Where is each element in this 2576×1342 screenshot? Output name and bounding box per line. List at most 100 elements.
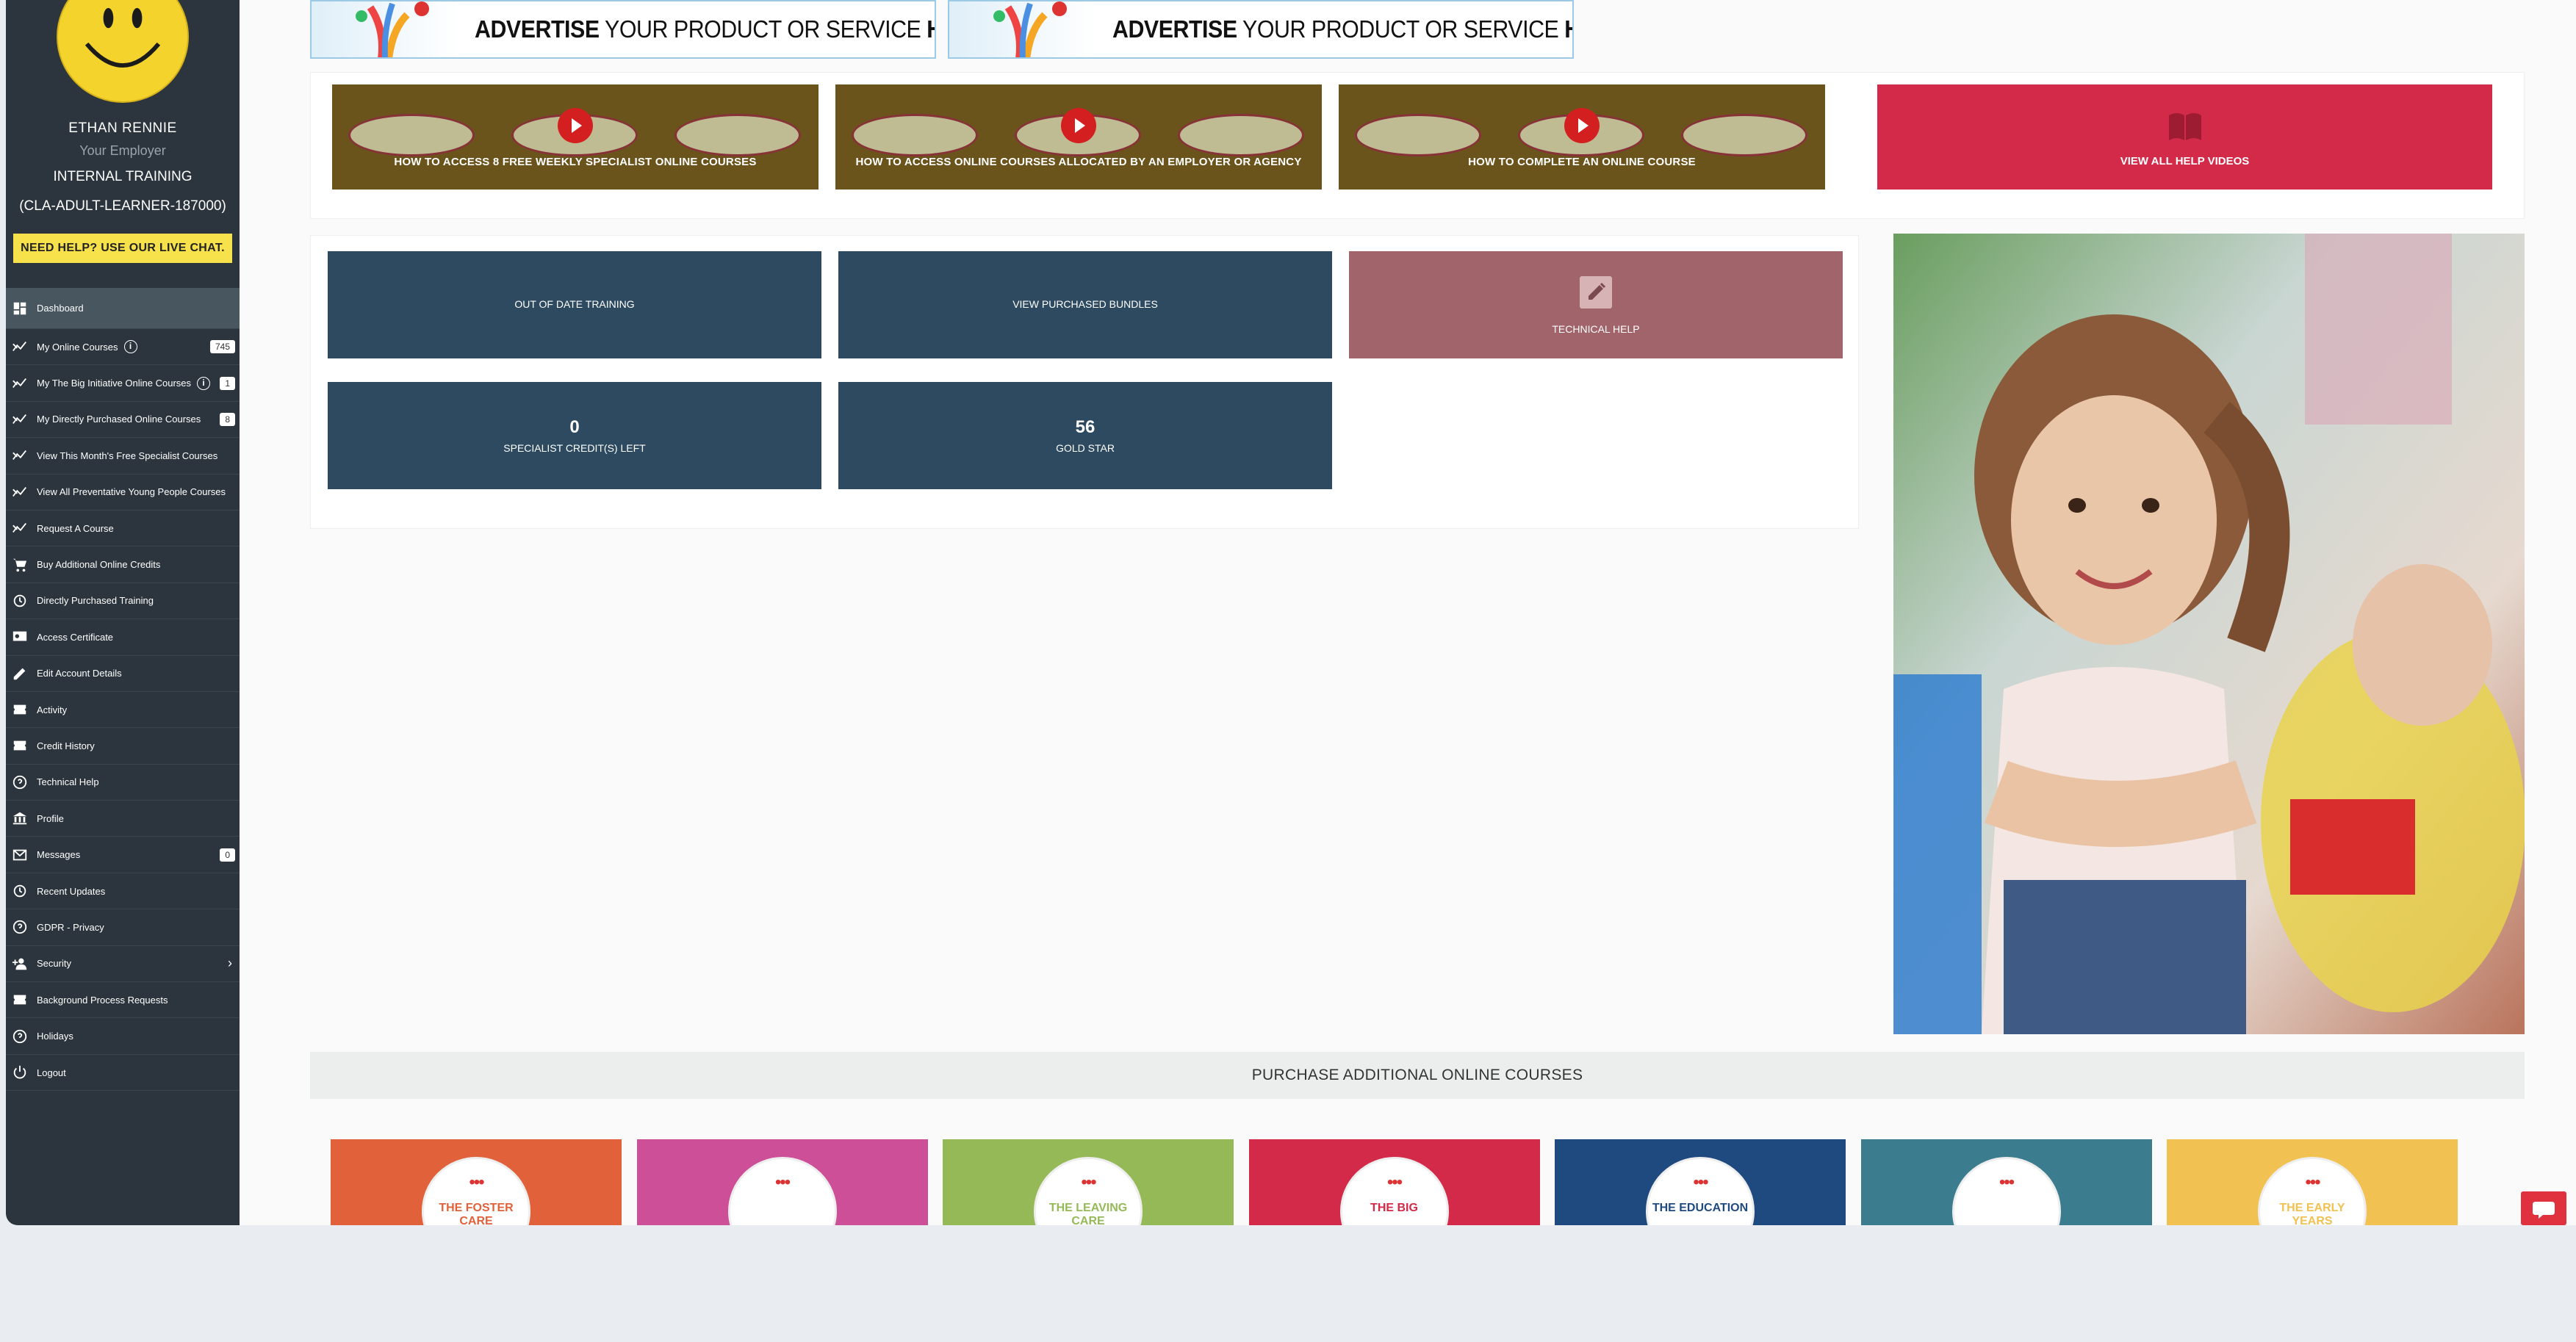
course-card[interactable]: ••• THE EDUCATION bbox=[1555, 1139, 1846, 1225]
course-card[interactable]: ••• THE BIG bbox=[1248, 1139, 1540, 1225]
course-logo: ••• bbox=[1951, 1157, 2061, 1225]
count-badge: 0 bbox=[220, 848, 235, 862]
pencil-icon bbox=[1580, 276, 1612, 309]
main-content: ADVERTISE YOUR PRODUCT OR SERVICE HERE A… bbox=[240, 0, 2576, 1225]
sidebar-item-label: Security bbox=[37, 958, 71, 970]
count-badge: 1 bbox=[220, 376, 235, 390]
sidebar-item-my-the-big-initiative-online-courses[interactable]: My The Big Initiative Online Courses i 1 bbox=[6, 365, 240, 402]
help-icon bbox=[10, 774, 29, 790]
sidebar-item-gdpr-privacy[interactable]: GDPR - Privacy bbox=[6, 909, 240, 946]
course-logo-text: THE EARLY YEARS bbox=[2279, 1202, 2345, 1225]
pencil-icon bbox=[10, 665, 29, 682]
bank-icon bbox=[10, 810, 29, 826]
sidebar-item-label: Background Process Requests bbox=[37, 994, 168, 1006]
tree-icon: ••• bbox=[774, 1172, 791, 1192]
sidebar-item-view-all-preventative-young-people-courses[interactable]: View All Preventative Young People Cours… bbox=[6, 475, 240, 511]
purchase-courses-header: PURCHASE ADDITIONAL ONLINE COURSES bbox=[310, 1052, 2525, 1099]
tree-icon: ••• bbox=[1998, 1172, 2015, 1192]
specialist-credits-tile[interactable]: 0 SPECIALIST CREDIT(S) LEFT bbox=[328, 382, 821, 489]
sidebar-item-dashboard[interactable]: Dashboard bbox=[6, 288, 240, 329]
history-icon bbox=[10, 593, 29, 609]
profile-training: INTERNAL TRAINING bbox=[53, 169, 193, 184]
book-icon bbox=[2168, 113, 2201, 140]
profile-name: ETHAN RENNIE bbox=[68, 120, 177, 136]
view-all-help-videos-button[interactable]: VIEW ALL HELP VIDEOS bbox=[1877, 84, 2492, 190]
advert-text: ADVERTISE YOUR PRODUCT OR SERVICE HERE bbox=[475, 15, 935, 43]
sidebar-item-my-online-courses[interactable]: My Online Courses i 745 bbox=[6, 329, 240, 366]
sidebar-item-view-this-month-s-free-specialist-courses[interactable]: View This Month's Free Specialist Course… bbox=[6, 438, 240, 475]
view-purchased-bundles-tile[interactable]: VIEW PURCHASED BUNDLES bbox=[838, 251, 1332, 358]
tree-icon: ••• bbox=[469, 1172, 484, 1192]
history-icon bbox=[10, 883, 29, 899]
sidebar-item-label: Access Certificate bbox=[37, 631, 114, 643]
gold-star-tile[interactable]: 56 GOLD STAR bbox=[838, 382, 1332, 489]
play-icon bbox=[1564, 108, 1600, 143]
course-card[interactable]: ••• THE FOSTER CARE bbox=[331, 1139, 622, 1225]
power-icon bbox=[10, 1064, 29, 1081]
trend-icon bbox=[10, 375, 29, 392]
sidebar-nav: Dashboard My Online Courses i 745 My The Big… bbox=[6, 288, 240, 1092]
help-icon bbox=[10, 1028, 29, 1045]
certificate-icon bbox=[10, 629, 29, 645]
sidebar-item-label: Profile bbox=[37, 812, 64, 824]
sidebar-item-background-process-requests[interactable]: Background Process Requests bbox=[6, 982, 240, 1019]
avatar[interactable] bbox=[57, 0, 189, 103]
app-window: ETHAN RENNIE Your Employer INTERNAL TRAI… bbox=[0, 0, 2576, 1225]
advert-logo bbox=[312, 1, 458, 57]
sidebar-item-profile[interactable]: Profile bbox=[6, 801, 240, 837]
out-of-date-training-tile[interactable]: OUT OF DATE TRAINING bbox=[328, 251, 821, 358]
play-icon bbox=[558, 108, 593, 143]
sidebar-item-request-a-course[interactable]: Request A Course bbox=[6, 511, 240, 547]
sidebar-item-label: Request A Course bbox=[37, 522, 114, 534]
sidebar-item-my-directly-purchased-online-courses[interactable]: My Directly Purchased Online Courses 8 bbox=[6, 402, 240, 439]
video-free-weekly-courses[interactable]: HOW TO ACCESS 8 FREE WEEKLY SPECIALIST O… bbox=[332, 84, 819, 190]
advert-banner-1[interactable]: ADVERTISE YOUR PRODUCT OR SERVICE HERE bbox=[310, 0, 936, 59]
trend-icon bbox=[10, 411, 29, 428]
sidebar-item-label: Recent Updates bbox=[37, 885, 106, 897]
technical-help-tile[interactable]: TECHNICAL HELP bbox=[1349, 251, 1843, 358]
course-logo: ••• THE FOSTER CARE bbox=[422, 1157, 530, 1225]
sidebar-item-credit-history[interactable]: Credit History bbox=[6, 728, 240, 765]
dashboard-icon bbox=[10, 300, 29, 317]
sidebar-item-recent-updates[interactable]: Recent Updates bbox=[6, 873, 240, 910]
sidebar-item-technical-help[interactable]: Technical Help bbox=[6, 765, 240, 801]
sidebar-item-label: View All Preventative Young People Cours… bbox=[37, 486, 226, 498]
course-logo: ••• THE BIG bbox=[1339, 1157, 1449, 1225]
sidebar-item-label: My The Big Initiative Online Courses bbox=[37, 378, 192, 389]
mail-icon bbox=[10, 847, 29, 863]
course-card[interactable]: ••• bbox=[1860, 1139, 2152, 1225]
course-card[interactable]: ••• bbox=[636, 1139, 928, 1225]
tree-icon: ••• bbox=[1693, 1172, 1708, 1192]
course-logo: ••• bbox=[727, 1157, 837, 1225]
sidebar-item-security[interactable]: Security › bbox=[6, 946, 240, 983]
sidebar-item-access-certificate[interactable]: Access Certificate bbox=[6, 619, 240, 656]
course-card[interactable]: ••• THE EARLY YEARS bbox=[2167, 1139, 2458, 1225]
course-logo: ••• THE LEAVING CARE bbox=[1034, 1157, 1143, 1225]
sidebar-item-label: Activity bbox=[37, 704, 68, 715]
sidebar-item-label: Technical Help bbox=[37, 776, 99, 788]
trend-icon bbox=[10, 520, 29, 536]
info-icon[interactable]: i bbox=[197, 376, 211, 390]
live-chat-help-button[interactable]: NEED HELP? USE OUR LIVE CHAT. bbox=[13, 234, 232, 263]
video-employer-allocated-courses[interactable]: HOW TO ACCESS ONLINE COURSES ALLOCATED B… bbox=[835, 84, 1322, 190]
sidebar-item-activity[interactable]: Activity bbox=[6, 692, 240, 729]
sidebar-item-logout[interactable]: Logout bbox=[6, 1055, 240, 1092]
ticket-icon bbox=[10, 701, 29, 718]
sidebar-item-holidays[interactable]: Holidays bbox=[6, 1018, 240, 1055]
ticket-icon bbox=[10, 737, 29, 754]
sidebar-item-edit-account-details[interactable]: Edit Account Details bbox=[6, 656, 240, 692]
info-icon[interactable]: i bbox=[123, 340, 137, 354]
trend-icon bbox=[10, 447, 29, 463]
course-logo-text: THE LEAVING CARE bbox=[1048, 1202, 1128, 1225]
profile-learner-id: (CLA-ADULT-LEARNER-187000) bbox=[19, 198, 226, 214]
tree-icon: ••• bbox=[2305, 1172, 2320, 1192]
profile-employer: Your Employer bbox=[79, 143, 166, 158]
live-chat-button[interactable] bbox=[2521, 1191, 2566, 1225]
play-icon bbox=[1061, 108, 1096, 143]
sidebar-item-directly-purchased-training[interactable]: Directly Purchased Training bbox=[6, 583, 240, 620]
advert-banner-2[interactable]: ADVERTISE YOUR PRODUCT OR SERVICE HERE bbox=[948, 0, 1574, 59]
sidebar-item-buy-additional-online-credits[interactable]: Buy Additional Online Credits bbox=[6, 546, 240, 583]
sidebar-item-messages[interactable]: Messages 0 bbox=[6, 837, 240, 873]
course-card[interactable]: ••• THE LEAVING CARE bbox=[943, 1139, 1234, 1225]
video-complete-course[interactable]: HOW TO COMPLETE AN ONLINE COURSE bbox=[1339, 84, 1825, 190]
